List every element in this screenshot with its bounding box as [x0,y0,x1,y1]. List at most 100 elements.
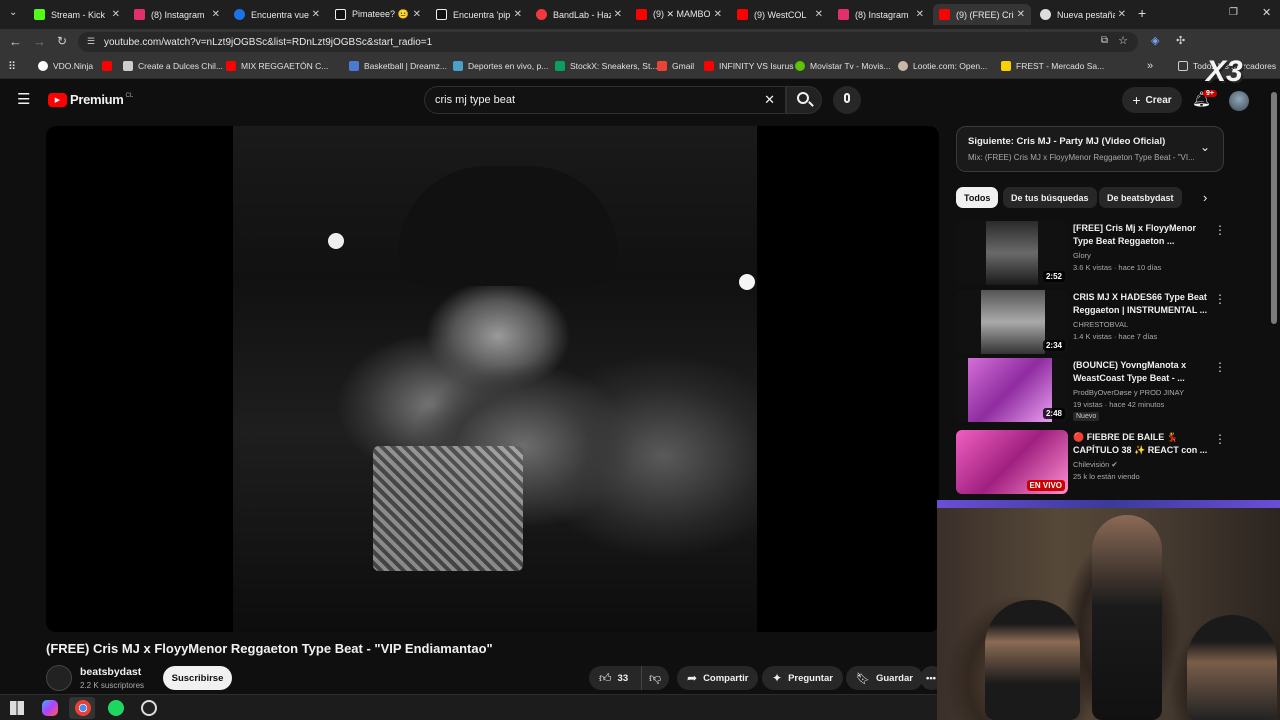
bookmark-mix-reggaeton[interactable]: MIX REGGAETÓN C... [226,61,328,71]
instagram-icon [838,9,849,20]
close-icon[interactable]: ✕ [714,9,722,20]
spotify-icon[interactable] [108,700,124,716]
tab-instagram-2[interactable]: (8) Instagram ✕ [832,4,924,25]
more-options-icon[interactable]: ⋮ [1214,292,1226,306]
tab-bandlab[interactable]: BandLab - Haz ✕ [530,4,622,25]
up-next-card[interactable]: Siguiente: Cris MJ - Party MJ (Video Ofi… [956,126,1224,172]
bookmark-basketball[interactable]: Basketball | Dreamz... [349,61,447,71]
search-input[interactable]: cris mj type beat ✕ [424,86,786,114]
new-tab-button[interactable]: + [1138,5,1146,21]
bookmark-movistar[interactable]: Movistar Tv - Movis... [795,61,891,71]
more-options-icon[interactable]: ⋮ [1214,432,1226,446]
close-icon[interactable]: ✕ [614,9,622,20]
recommendation-meta: 19 vistas · hace 42 minutos [1073,400,1165,409]
hamburger-menu-icon[interactable]: ☰ [17,90,30,108]
more-options-icon[interactable]: ⋮ [1214,360,1226,374]
recommendation-item[interactable]: 2:34 CRIS MJ X HADES66 Type Beat Reggaet… [956,290,1226,354]
windows-taskbar [0,694,937,720]
tab-search-chevron-icon[interactable]: ⌄ [9,7,17,18]
bookmark-lootie[interactable]: Lootie.com: Open... [898,61,987,71]
close-icon[interactable]: ✕ [212,9,220,20]
share-button[interactable]: ➦ Compartir [677,666,759,690]
beanie-shape [398,166,618,286]
video-thumbnail[interactable]: 2:52 [956,221,1068,285]
create-button[interactable]: + Crear [1122,87,1182,113]
recommendation-item[interactable]: EN VIVO 🔴 FIEBRE DE BAILE 💃 CAPÍTULO 38 … [956,430,1226,494]
close-window-icon[interactable]: ✕ [1262,6,1271,19]
bookmark-gmail[interactable]: Gmail [657,61,694,71]
video-thumbnail[interactable]: 2:48 [956,358,1068,422]
obs-icon[interactable] [141,700,157,716]
tab-youtube-mambo[interactable]: (9) ✕ MAMBO ✕ [630,4,722,25]
bandlab-icon [536,9,547,20]
bookmark-vdo-ninja[interactable]: VDO.Ninja [38,61,93,71]
tab-youtube-westcol[interactable]: (9) WestCOL ✕ [731,4,823,25]
extensions-puzzle-icon[interactable]: ✣ [1176,34,1185,47]
close-icon[interactable]: ✕ [1118,9,1126,20]
apps-grid-icon[interactable]: ⠿ [8,60,16,73]
address-bar[interactable]: ☰ youtube.com/watch?v=nLzt9jOGBSc&list=R… [78,32,1138,52]
youtube-premium-logo[interactable]: ▶ Premium CL [48,92,133,107]
close-icon[interactable]: ✕ [312,9,320,20]
chevron-down-icon[interactable]: ⌄ [1200,140,1210,154]
close-icon[interactable]: ✕ [815,9,823,20]
tab-tiktok[interactable]: Pimateee? 😐 ✕ [329,4,421,25]
chip-from-channel[interactable]: De beatsbydast [1099,187,1182,208]
restore-window-icon[interactable]: ❐ [1229,7,1238,18]
tiktok-icon [335,9,346,20]
tab-new-tab[interactable]: Nueva pestaña ✕ [1034,4,1126,25]
tab-kick[interactable]: Stream - Kick ✕ [28,4,120,25]
recommendation-channel: ProdByOverDøse y PROD JINAY [1073,388,1185,397]
close-icon[interactable]: ✕ [413,9,421,20]
video-player[interactable] [46,126,939,632]
video-thumbnail[interactable]: EN VIVO [956,430,1068,494]
video-thumbnail[interactable]: 2:34 [956,290,1068,354]
chevron-right-icon[interactable]: › [1203,190,1207,205]
forward-arrow-icon[interactable]: → [33,34,46,49]
close-icon[interactable]: ✕ [916,9,924,20]
voice-search-button[interactable] [833,86,861,114]
subscribe-button[interactable]: Suscribirse [163,666,232,690]
extension-icon[interactable]: ◈ [1151,34,1159,47]
close-icon[interactable]: ✕ [514,9,522,20]
chip-all[interactable]: Todos [956,187,999,208]
dislike-button[interactable]: 👎︎ [641,666,669,690]
bookmark-youtube[interactable] [102,61,117,71]
site-info-icon[interactable]: ☰ [87,36,95,47]
page-scrollbar[interactable] [1271,92,1277,324]
tab-tiktok-search[interactable]: Encuentra 'pip ✕ [430,4,522,25]
bookmark-dulces[interactable]: Create a Dulces Chil... [123,61,223,71]
bookmark-frest[interactable]: FREST - Mercado Sa... [1001,61,1104,71]
recommendation-channel: Chilevisión ✔ [1073,460,1118,469]
close-icon[interactable]: ✕ [1017,9,1025,20]
recommendation-item[interactable]: 2:52 [FREE] Cris Mj x FloyyMenor Type Be… [956,221,1226,285]
bookmarks-overflow-button[interactable]: » [1147,60,1153,72]
channel-avatar[interactable] [46,665,72,691]
tab-youtube-active[interactable]: (9) (FREE) Cris ✕ [933,4,1031,25]
back-arrow-icon[interactable]: ← [9,34,22,49]
close-icon[interactable]: ✕ [112,9,120,20]
channel-name[interactable]: beatsbydast [80,666,141,678]
recommendation-item[interactable]: 2:48 (BOUNCE) YovngManota x WeastCoast T… [956,358,1226,422]
tab-flights[interactable]: Encuentra vuelos✕ [228,4,320,25]
flights-icon [234,9,245,20]
bookmark-star-icon[interactable]: ☆ [1118,34,1128,47]
install-app-icon[interactable]: ⧉ [1101,35,1108,46]
bookmark-stockx[interactable]: StockX: Sneakers, St... [555,61,657,71]
search-button[interactable] [786,86,822,114]
bookmark-deportes[interactable]: Deportes en vivo, p... [453,61,548,71]
ask-button[interactable]: ✦ Preguntar [762,666,843,690]
chrome-icon[interactable] [75,700,91,716]
clear-search-icon[interactable]: ✕ [764,92,775,108]
led-strip [937,500,1280,508]
chip-from-searches[interactable]: De tus búsquedas [1003,187,1097,208]
more-options-icon[interactable]: ⋮ [1214,223,1226,237]
windows-start-icon[interactable] [10,701,24,715]
reload-icon[interactable]: ↻ [57,34,67,48]
bookmark-infinity[interactable]: INFINITY VS Isurus [704,61,793,71]
like-button[interactable]: 👍︎ 33 [589,666,641,690]
account-avatar[interactable] [1229,91,1249,111]
save-button[interactable]: 🔖︎ Guardar [846,666,923,690]
tab-instagram[interactable]: (8) Instagram ✕ [128,4,220,25]
copilot-icon[interactable] [42,700,58,716]
